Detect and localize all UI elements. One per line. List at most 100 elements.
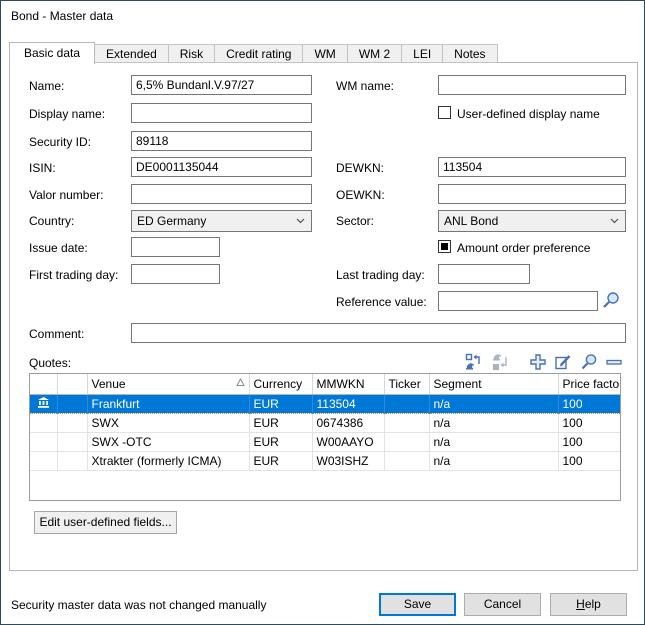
user-defined-display-name-checkbox[interactable]: [438, 106, 451, 119]
mmwkn-cell[interactable]: 0674386: [312, 413, 384, 432]
ticker-column-header[interactable]: Ticker: [384, 374, 429, 394]
currency-cell[interactable]: EUR: [249, 394, 312, 413]
segment-cell[interactable]: n/a: [429, 432, 558, 451]
currency-column-header[interactable]: Currency: [249, 374, 312, 394]
mmwkn-column-header[interactable]: MMWKN: [312, 374, 384, 394]
chevron-down-icon: [296, 218, 305, 224]
spacer-column-header: [57, 374, 87, 394]
name-label: Name:: [29, 79, 64, 93]
ticker-cell[interactable]: [384, 432, 429, 451]
valor-number-field[interactable]: [131, 184, 312, 204]
currency-cell[interactable]: EUR: [249, 413, 312, 432]
isin-label: ISIN:: [29, 161, 56, 175]
row-indicator-cell: [30, 432, 57, 451]
tab-credit-rating[interactable]: Credit rating: [215, 44, 303, 63]
mmwkn-cell[interactable]: W00AAYO: [312, 432, 384, 451]
tab-lei[interactable]: LEI: [402, 44, 443, 63]
reference-lookup-icon[interactable]: [601, 290, 621, 310]
valor-number-label: Valor number:: [29, 188, 103, 202]
tab-basic-data[interactable]: Basic data: [9, 42, 95, 64]
currency-column-label: Currency: [254, 377, 303, 391]
issue-date-field[interactable]: [131, 237, 220, 257]
sector-dropdown[interactable]: ANL Bond: [438, 210, 626, 232]
mmwkn-cell[interactable]: W03ISHZ: [312, 451, 384, 470]
venue-cell[interactable]: SWX -OTC: [87, 432, 249, 451]
price-factor-cell[interactable]: 100: [558, 394, 620, 413]
mmwkn-cell[interactable]: 113504: [312, 394, 384, 413]
security-id-label: Security ID:: [29, 135, 91, 149]
tab-notes[interactable]: Notes: [443, 44, 497, 63]
quote-row-swx[interactable]: SWX EUR 0674386 n/a 100: [30, 413, 620, 432]
security-id-field[interactable]: [131, 131, 312, 151]
help-label-rest: elp: [585, 597, 601, 611]
add-icon[interactable]: [529, 353, 547, 371]
wm-name-field[interactable]: [438, 75, 626, 95]
first-trading-day-label: First trading day:: [29, 268, 118, 282]
comment-label: Comment:: [29, 327, 84, 341]
export-venue-icon: [492, 353, 510, 371]
display-name-label: Display name:: [29, 107, 105, 121]
edit-icon[interactable]: [554, 353, 572, 371]
quote-row-xtrakter[interactable]: Xtrakter (formerly ICMA) EUR W03ISHZ n/a…: [30, 451, 620, 470]
currency-cell[interactable]: EUR: [249, 432, 312, 451]
price-factor-column-header[interactable]: Price factor: [558, 374, 620, 394]
price-factor-cell[interactable]: 100: [558, 451, 620, 470]
last-trading-day-field[interactable]: [438, 264, 530, 284]
venue-cell[interactable]: SWX: [87, 413, 249, 432]
view-icon[interactable]: [580, 353, 598, 371]
current-row-indicator: [30, 394, 57, 413]
import-venue-icon[interactable]: [465, 353, 483, 371]
remove-icon[interactable]: [605, 353, 623, 371]
venue-column-label: Venue: [92, 377, 126, 391]
sector-value: ANL Bond: [444, 214, 498, 228]
reference-value-field[interactable]: [438, 291, 598, 311]
quotes-label: Quotes:: [29, 356, 71, 370]
price-factor-cell[interactable]: 100: [558, 432, 620, 451]
issue-date-label: Issue date:: [29, 241, 88, 255]
quote-row-swx-otc[interactable]: SWX -OTC EUR W00AAYO n/a 100: [30, 432, 620, 451]
comment-field[interactable]: [131, 323, 626, 343]
quote-row-frankfurt[interactable]: Frankfurt EUR 113504 n/a 100: [30, 394, 620, 413]
cancel-button[interactable]: Cancel: [464, 593, 541, 616]
segment-column-label: Segment: [434, 377, 482, 391]
ticker-cell[interactable]: [384, 413, 429, 432]
sort-ascending-icon: [236, 378, 245, 387]
price-factor-cell[interactable]: 100: [558, 413, 620, 432]
tab-risk[interactable]: Risk: [169, 44, 215, 63]
wm-name-label: WM name:: [336, 79, 394, 93]
status-text: Security master data was not changed man…: [11, 598, 266, 612]
save-button[interactable]: Save: [379, 593, 456, 616]
help-button[interactable]: Help: [550, 593, 627, 616]
price-factor-column-label: Price factor: [563, 377, 621, 391]
edit-user-defined-fields-button[interactable]: Edit user-defined fields...: [34, 511, 177, 534]
currency-cell[interactable]: EUR: [249, 451, 312, 470]
venue-column-header[interactable]: Venue: [87, 374, 249, 394]
last-trading-day-label: Last trading day:: [336, 268, 425, 282]
segment-cell[interactable]: n/a: [429, 413, 558, 432]
country-dropdown[interactable]: ED Germany: [131, 210, 312, 232]
tab-wm[interactable]: WM: [303, 44, 347, 63]
ticker-column-label: Ticker: [389, 377, 421, 391]
segment-cell[interactable]: n/a: [429, 394, 558, 413]
segment-cell[interactable]: n/a: [429, 451, 558, 470]
display-name-field[interactable]: [131, 103, 312, 123]
ticker-cell[interactable]: [384, 451, 429, 470]
row-spacer-cell: [57, 394, 87, 413]
amount-order-preference-checkbox[interactable]: [438, 240, 451, 253]
venue-cell[interactable]: Frankfurt: [87, 394, 249, 413]
dewkn-label: DEWKN:: [336, 161, 384, 175]
first-trading-day-field[interactable]: [131, 264, 220, 284]
tab-wm2[interactable]: WM 2: [348, 44, 402, 63]
amount-order-preference-label: Amount order preference: [457, 241, 590, 255]
user-defined-display-name-label: User-defined display name: [457, 107, 600, 121]
tab-extended[interactable]: Extended: [95, 44, 169, 63]
oewkn-field[interactable]: [438, 184, 626, 204]
quotes-table[interactable]: Venue Currency MMWKN Ticker Segment Pric…: [29, 373, 621, 501]
venue-cell[interactable]: Xtrakter (formerly ICMA): [87, 451, 249, 470]
dewkn-field[interactable]: [438, 157, 626, 177]
name-field[interactable]: [131, 75, 312, 95]
chevron-down-icon: [610, 218, 619, 224]
ticker-cell[interactable]: [384, 394, 429, 413]
isin-field[interactable]: [131, 157, 312, 177]
segment-column-header[interactable]: Segment: [429, 374, 558, 394]
